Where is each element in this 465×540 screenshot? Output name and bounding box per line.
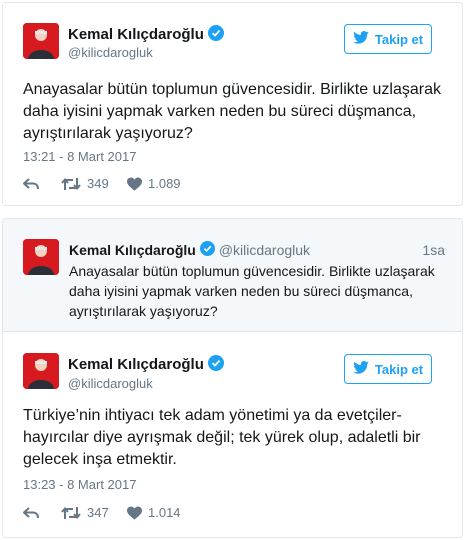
- display-name-text: Kemal Kılıçdaroğlu: [68, 26, 204, 43]
- reply-button[interactable]: [23, 177, 61, 191]
- follow-button-label: Takip et: [374, 31, 424, 47]
- quoted-tweet[interactable]: Kemal Kılıçdaroğlu @kilicdarogluk 1sa An…: [3, 219, 462, 332]
- reply-button[interactable]: [23, 506, 61, 520]
- verified-badge-icon: [199, 241, 215, 259]
- retweet-icon: [61, 506, 81, 520]
- username[interactable]: @kilicdarogluk: [68, 376, 153, 391]
- retweet-count: 349: [87, 176, 109, 191]
- like-button[interactable]: 1.089: [127, 176, 181, 191]
- follow-button[interactable]: Takip et: [344, 354, 432, 384]
- tweet-actions: 347 1.014: [23, 505, 181, 520]
- reply-icon: [23, 506, 39, 520]
- quoted-display-name[interactable]: Kemal Kılıçdaroğlu: [69, 242, 196, 258]
- tweet-card-1: Kemal Kılıçdaroğlu @kilicdarogluk Takip …: [2, 2, 463, 206]
- heart-icon: [127, 176, 142, 191]
- quoted-text: Anayasalar bütün toplumun güvencesidir. …: [69, 263, 435, 319]
- tweet-actions: 349 1.089: [23, 176, 181, 191]
- username[interactable]: @kilicdarogluk: [68, 45, 153, 60]
- tweet-text: Anayasalar bütün toplumun güvencesidir. …: [23, 81, 442, 142]
- display-name[interactable]: Kemal Kılıçdaroğlu: [68, 355, 224, 375]
- retweet-count: 347: [87, 505, 109, 520]
- quoted-avatar[interactable]: [23, 239, 59, 275]
- retweet-button[interactable]: 347: [61, 505, 127, 520]
- follow-button[interactable]: Takip et: [344, 24, 432, 54]
- quoted-time[interactable]: 1sa: [422, 242, 445, 258]
- verified-badge-icon: [207, 25, 224, 45]
- timestamp[interactable]: 13:21 - 8 Mart 2017: [23, 149, 136, 164]
- twitter-bird-icon: [353, 31, 369, 47]
- timestamp[interactable]: 13:23 - 8 Mart 2017: [23, 477, 136, 492]
- like-button[interactable]: 1.014: [127, 505, 181, 520]
- tweet-card-2: Kemal Kılıçdaroğlu @kilicdarogluk 1sa An…: [2, 218, 463, 538]
- quoted-username[interactable]: @kilicdarogluk: [219, 242, 310, 258]
- twitter-bird-icon: [353, 361, 369, 377]
- heart-icon: [127, 505, 142, 520]
- avatar[interactable]: [23, 353, 59, 389]
- retweet-button[interactable]: 349: [61, 176, 127, 191]
- reply-icon: [23, 177, 39, 191]
- verified-badge-icon: [207, 355, 224, 375]
- tweet-text: Türkiye’nin ihtiyacı tek adam yönetimi y…: [23, 407, 421, 468]
- avatar[interactable]: [23, 23, 59, 59]
- follow-button-label: Takip et: [374, 361, 424, 377]
- quoted-header: Kemal Kılıçdaroğlu @kilicdarogluk 1sa: [69, 241, 445, 259]
- retweet-icon: [61, 177, 81, 191]
- display-name[interactable]: Kemal Kılıçdaroğlu: [68, 25, 224, 45]
- display-name-text: Kemal Kılıçdaroğlu: [68, 356, 204, 373]
- like-count: 1.089: [148, 176, 181, 191]
- like-count: 1.014: [148, 505, 181, 520]
